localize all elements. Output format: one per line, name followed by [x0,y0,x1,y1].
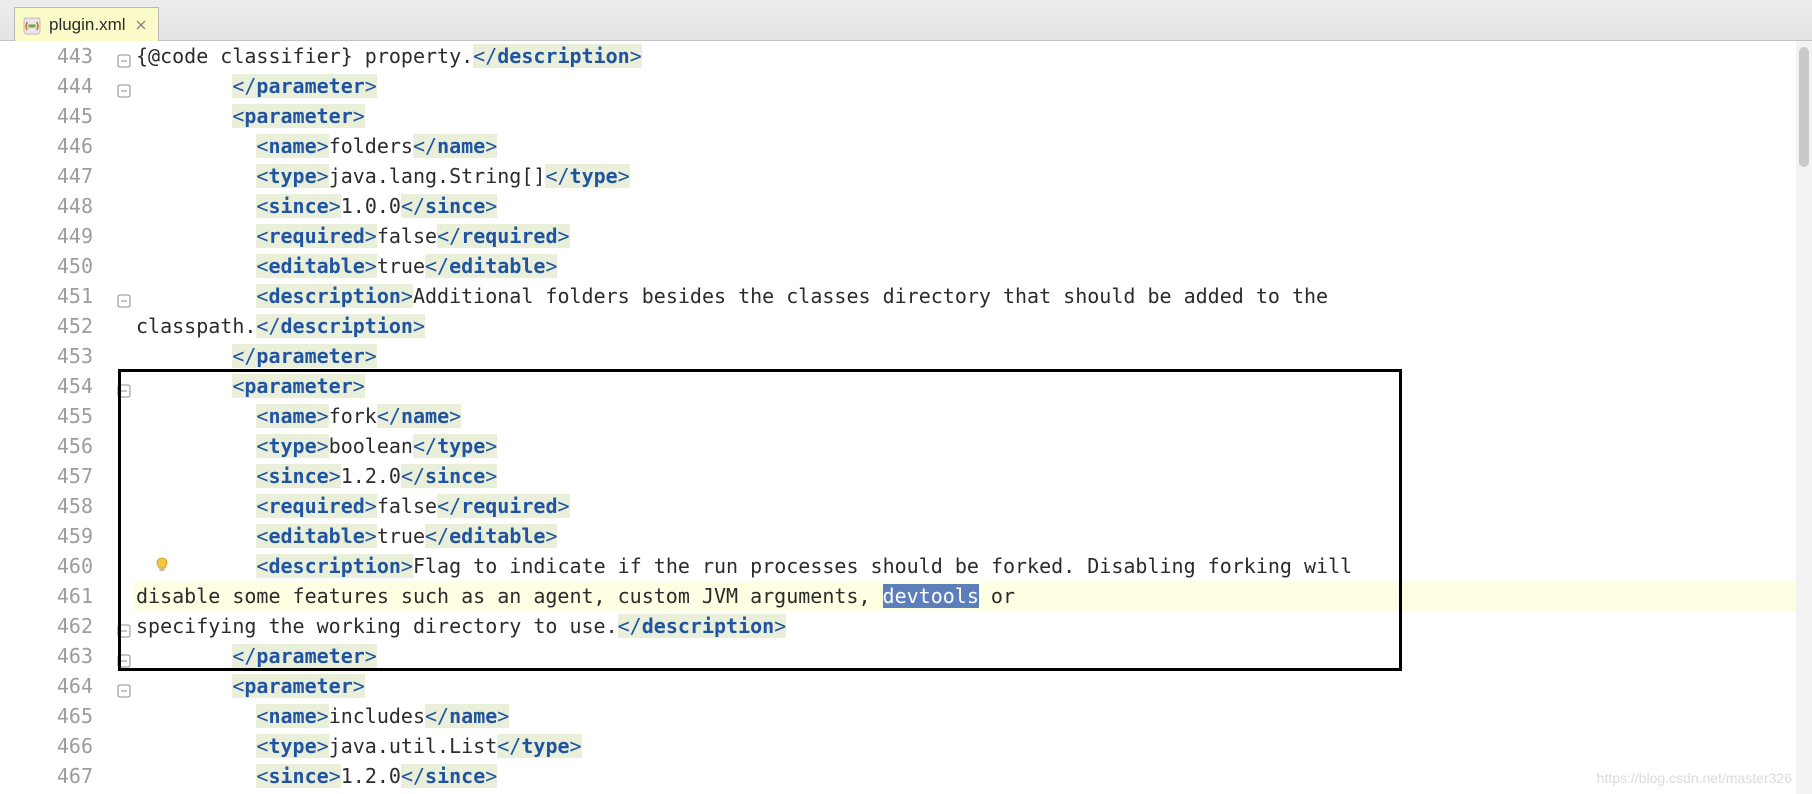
line-number: 445 [0,101,93,131]
code-line[interactable]: <editable>true</editable> [134,251,1812,281]
line-number: 464 [0,671,93,701]
xml-file-icon [23,16,41,34]
fold-toggle-icon[interactable] [117,49,131,63]
code-area[interactable]: {@code classifier} property.</descriptio… [134,41,1812,794]
code-line[interactable]: <editable>true</editable> [134,521,1812,551]
fold-toggle-icon[interactable] [117,679,131,693]
line-number: 453 [0,341,93,371]
watermark-text: https://blog.csdn.net/master326 [1597,770,1792,786]
code-line[interactable]: {@code classifier} property.</descriptio… [134,41,1812,71]
close-tab-button[interactable] [134,18,148,32]
file-tab[interactable]: plugin.xml [14,7,159,41]
code-line[interactable]: <parameter> [134,671,1812,701]
code-line[interactable]: </parameter> [134,641,1812,671]
line-number: 457 [0,461,93,491]
code-line[interactable]: <type>boolean</type> [134,431,1812,461]
fold-toggle-icon[interactable] [117,619,131,633]
line-number: 448 [0,191,93,221]
code-line[interactable]: <parameter> [134,101,1812,131]
code-line[interactable]: disable some features such as an agent, … [134,581,1812,611]
fold-toggle-icon[interactable] [117,289,131,303]
line-number: 466 [0,731,93,761]
fold-toggle-icon[interactable] [117,79,131,93]
line-number: 455 [0,401,93,431]
code-line[interactable]: <name>folders</name> [134,131,1812,161]
line-number: 444 [0,71,93,101]
line-number: 460 [0,551,93,581]
intention-bulb-icon[interactable] [152,555,172,579]
editor-tab-bar: plugin.xml [0,0,1812,41]
code-line[interactable]: </parameter> [134,341,1812,371]
line-number: 462 [0,611,93,641]
code-line[interactable]: <parameter> [134,371,1812,401]
vertical-scrollbar[interactable] [1796,41,1812,794]
code-line[interactable]: </parameter> [134,71,1812,101]
fold-toggle-icon[interactable] [117,379,131,393]
line-number: 450 [0,251,93,281]
fold-column[interactable] [116,41,134,794]
line-number: 458 [0,491,93,521]
code-line[interactable]: classpath.</description> [134,311,1812,341]
line-number: 447 [0,161,93,191]
line-number: 452 [0,311,93,341]
code-line[interactable]: specifying the working directory to use.… [134,611,1812,641]
code-line[interactable]: <required>false</required> [134,221,1812,251]
scrollbar-thumb[interactable] [1799,47,1809,167]
line-number: 459 [0,521,93,551]
line-number: 449 [0,221,93,251]
code-line[interactable]: <name>includes</name> [134,701,1812,731]
line-number: 461 [0,581,93,611]
code-line[interactable]: <type>java.lang.String[]</type> [134,161,1812,191]
line-number: 465 [0,701,93,731]
line-number: 467 [0,761,93,791]
line-number: 456 [0,431,93,461]
tab-filename: plugin.xml [49,15,126,35]
line-number-gutter: 4434444454464474484494504514524534544554… [0,41,116,794]
code-line[interactable]: <description>Additional folders besides … [134,281,1812,311]
code-line[interactable]: <since>1.2.0</since> [134,761,1812,791]
code-line[interactable]: <required>false</required> [134,491,1812,521]
line-number: 463 [0,641,93,671]
code-line[interactable]: <since>1.0.0</since> [134,191,1812,221]
code-editor[interactable]: 4434444454464474484494504514524534544554… [0,41,1812,794]
fold-toggle-icon[interactable] [117,649,131,663]
code-line[interactable]: <description>Flag to indicate if the run… [134,551,1812,581]
line-number: 446 [0,131,93,161]
code-line[interactable]: <since>1.2.0</since> [134,461,1812,491]
code-line[interactable]: <name>fork</name> [134,401,1812,431]
line-number: 454 [0,371,93,401]
line-number: 443 [0,41,93,71]
line-number: 451 [0,281,93,311]
code-line[interactable]: <type>java.util.List</type> [134,731,1812,761]
